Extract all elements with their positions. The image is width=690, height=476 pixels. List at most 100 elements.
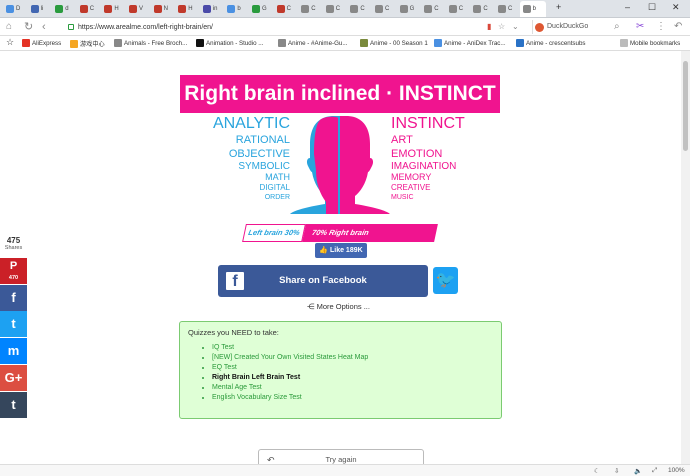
try-again-button[interactable]: ↶ Try again — [258, 449, 424, 464]
browser-tab[interactable]: V — [126, 1, 148, 17]
bookmark-item[interactable]: AliExpress — [22, 39, 61, 47]
right-brain-trait: CREATIVE — [391, 183, 431, 192]
reload-icon[interactable]: ↻ — [24, 20, 33, 34]
browser-tab[interactable]: N — [151, 1, 173, 17]
star-icon[interactable]: ☆ — [6, 37, 14, 48]
browser-tab[interactable]: C — [470, 1, 492, 17]
menu-icon[interactable]: ⋮ — [656, 20, 666, 34]
browser-tab[interactable]: b — [224, 1, 246, 17]
cut-icon[interactable]: ✂ — [636, 20, 644, 34]
scrollbar-thumb[interactable] — [683, 61, 688, 151]
new-tab-button[interactable]: + — [556, 2, 561, 12]
tab-label: N — [163, 6, 168, 12]
left-brain-trait: RATIONAL — [235, 134, 290, 146]
back-icon[interactable]: ‹ — [42, 20, 46, 34]
page-scrollbar[interactable] — [681, 51, 690, 464]
browser-tab[interactable]: in — [200, 1, 222, 17]
tab-favicon-icon — [498, 5, 506, 13]
browser-tab[interactable]: li — [28, 1, 50, 17]
dropdown-chevron-icon[interactable]: ⌄ — [512, 20, 519, 34]
bookmark-icon — [516, 39, 524, 47]
messenger-icon: m — [7, 343, 20, 359]
home-icon[interactable]: ⌂ — [6, 20, 12, 34]
left-brain-trait: OBJECTIVE — [228, 148, 290, 160]
more-options-link[interactable]: ⋲ More Options ... — [307, 302, 370, 311]
browser-tab[interactable]: G — [249, 1, 271, 17]
bookmark-item[interactable]: Anime - #Anime-Gu... — [278, 39, 348, 47]
bookmark-item[interactable]: 游戏中心 — [70, 39, 105, 48]
share-on-twitter-button[interactable]: 🐦 — [433, 267, 458, 294]
search-icon[interactable]: ⌕ — [614, 20, 620, 34]
bookmark-item[interactable]: Anime - crescentsubs — [516, 39, 586, 47]
tab-label: H — [188, 6, 193, 12]
tab-favicon-icon — [375, 5, 383, 13]
left-brain-trait: SYMBOLIC — [238, 161, 290, 172]
browser-tab[interactable]: C — [77, 1, 99, 17]
bookmark-label: Anime - 00 Season 1 — [370, 39, 428, 47]
browser-tab[interactable]: C — [446, 1, 468, 17]
right-brain-trait: ART — [391, 134, 413, 146]
mobile-bookmarks[interactable]: Mobile bookmarks — [620, 39, 680, 47]
browser-tab[interactable]: C — [421, 1, 443, 17]
expand-icon[interactable]: ⤢ — [652, 467, 657, 475]
url-text: https://www.arealme.com/left-right-brain… — [78, 24, 213, 31]
tab-favicon-icon — [202, 5, 211, 13]
quiz-link[interactable]: English Vocabulary Size Test — [212, 393, 493, 403]
quiz-link[interactable]: Right Brain Left Brain Test — [212, 373, 493, 383]
share-facebook-button[interactable]: f — [0, 284, 27, 311]
share-on-facebook-button[interactable]: f Share on Facebook — [218, 265, 428, 297]
result-title: Right brain inclined · INSTINCT — [180, 75, 500, 113]
quiz-link[interactable]: Mental Age Test — [212, 383, 493, 393]
night-mode-icon[interactable]: ☾ — [594, 467, 600, 475]
close-window-button[interactable]: ✕ — [672, 2, 680, 13]
tab-favicon-icon — [252, 5, 260, 13]
bookmark-item[interactable]: Anime - AniDex Trac... — [434, 39, 506, 47]
brain-percentage-meter: Left brain 30% 70% Right brain — [242, 224, 438, 242]
tab-label: C — [434, 6, 439, 12]
bookmark-page-icon[interactable]: ▮ — [487, 20, 491, 34]
undo-icon[interactable]: ↶ — [674, 20, 682, 34]
browser-tab[interactable]: G — [397, 1, 419, 17]
quiz-link[interactable]: EQ Test — [212, 363, 493, 373]
tab-label: d — [65, 6, 69, 12]
browser-tab[interactable]: C — [347, 1, 369, 17]
browser-tab[interactable]: D — [3, 1, 25, 17]
share-messenger-button[interactable]: m — [0, 338, 27, 365]
share-pinterest-button[interactable]: P 470 — [0, 258, 27, 284]
share-twitter-button[interactable]: t — [0, 311, 27, 338]
browser-tab[interactable]: C — [372, 1, 394, 17]
browser-tab[interactable]: C — [298, 1, 320, 17]
extensions-icon[interactable]: ☆ — [498, 20, 505, 34]
url-field[interactable]: https://www.arealme.com/left-right-brain… — [64, 21, 524, 34]
tab-favicon-icon — [350, 5, 359, 13]
browser-tab[interactable]: C — [495, 1, 517, 17]
minimize-button[interactable]: – — [625, 2, 630, 12]
google-plus-icon: G+ — [4, 369, 23, 385]
bookmark-item[interactable]: Animals - Free Broch... — [114, 39, 187, 47]
browser-tab[interactable]: C — [274, 1, 296, 17]
twitter-icon: t — [11, 316, 16, 332]
pinterest-share-count: 470 — [8, 275, 19, 281]
quiz-link[interactable]: IQ Test — [212, 343, 493, 353]
bookmark-icon — [70, 39, 78, 48]
browser-tab[interactable]: C — [323, 1, 345, 17]
browser-tab[interactable]: H — [101, 1, 123, 17]
zoom-level[interactable]: 100% — [668, 467, 685, 474]
share-tumblr-button[interactable]: t — [0, 391, 27, 418]
bookmark-item[interactable]: Animation - Studio ... — [196, 39, 263, 47]
duckduckgo-icon — [535, 23, 544, 32]
bookmark-item[interactable]: Anime - 00 Season 1 — [360, 39, 428, 47]
browser-tab[interactable]: H — [175, 1, 197, 17]
download-icon[interactable]: ⇩ — [614, 467, 619, 475]
browser-tab[interactable]: b — [519, 1, 546, 17]
quiz-link[interactable]: [NEW] Created Your Own Visited States He… — [212, 353, 493, 363]
tab-favicon-icon — [399, 5, 408, 13]
maximize-button[interactable]: ☐ — [648, 2, 656, 13]
facebook-like-button[interactable]: 👍 Like 189K — [315, 243, 367, 258]
bookmark-label: AliExpress — [32, 39, 62, 47]
share-google-plus-button[interactable]: G+ — [0, 364, 27, 391]
volume-icon[interactable]: 🔈 — [634, 467, 642, 475]
quizzes-title: Quizzes you NEED to take: — [188, 328, 279, 337]
browser-tab[interactable]: d — [52, 1, 74, 17]
share-icon: ⋲ — [307, 302, 315, 311]
